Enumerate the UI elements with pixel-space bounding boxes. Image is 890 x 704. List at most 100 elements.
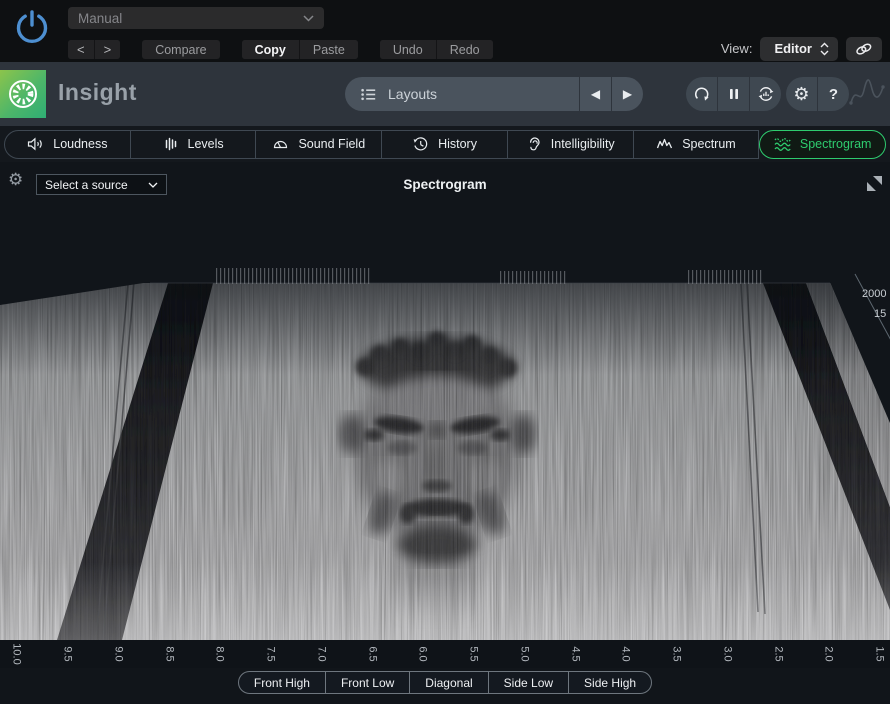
- chevron-down-icon: [303, 14, 314, 22]
- time-tick-label: 1.5: [873, 646, 886, 662]
- freq-label-1500: 15: [874, 308, 886, 320]
- compare-group: Compare: [142, 40, 220, 59]
- pinwheel-icon: [9, 80, 37, 108]
- undo-redo-group: Undo Redo: [379, 40, 493, 59]
- layouts-dropdown[interactable]: Layouts ◀ ▶: [345, 77, 643, 111]
- tab-loudness[interactable]: Loudness: [4, 129, 131, 159]
- time-tick-label: 3.0: [721, 646, 734, 662]
- chevron-down-icon: [148, 182, 158, 188]
- time-tick-label: 9.0: [112, 646, 125, 662]
- loop-icon: [694, 87, 709, 101]
- copy-button[interactable]: Copy: [241, 40, 299, 59]
- source-dropdown[interactable]: Select a source: [36, 174, 167, 195]
- view-label: View:: [720, 41, 753, 56]
- view-angle-group: Front High Front Low Diagonal Side Low S…: [237, 671, 653, 694]
- host-toolbar: Manual < > Compare Copy Paste Undo Redo: [0, 0, 890, 62]
- izotope-logo: [0, 70, 46, 118]
- view-angle-buttons: Front High Front Low Diagonal Side Low S…: [0, 671, 890, 694]
- spectrogram-3d-view[interactable]: 2000 15: [0, 162, 890, 704]
- expand-button[interactable]: [865, 175, 883, 193]
- time-tick-label: 8.5: [163, 646, 176, 662]
- preset-value: Manual: [78, 10, 123, 26]
- reset-meters-button[interactable]: [750, 77, 781, 111]
- pause-icon: [729, 89, 738, 99]
- link-icon: [856, 43, 872, 55]
- preset-dropdown[interactable]: Manual: [68, 7, 324, 29]
- diagonal-button[interactable]: Diagonal: [409, 672, 487, 693]
- time-tick-label: 2.0: [823, 646, 836, 662]
- back-button[interactable]: <: [68, 40, 94, 59]
- tab-intelligibility[interactable]: Intelligibility: [507, 129, 634, 159]
- sound-field-icon: [274, 140, 288, 149]
- bottom-highlight: [0, 562, 890, 640]
- tab-label: Sound Field: [298, 137, 366, 151]
- ear-icon: [529, 137, 540, 151]
- power-button[interactable]: [10, 6, 54, 50]
- time-tick-label: 3.5: [670, 646, 683, 662]
- power-icon: [16, 10, 48, 44]
- time-axis: 10.0 9.5 9.0 8.5 8.0 7.5 7.0 6.5 6.0 5.5…: [0, 640, 890, 668]
- toolbar-buttons: < > Compare Copy Paste Undo Redo: [68, 40, 515, 59]
- front-high-button[interactable]: Front High: [239, 672, 325, 693]
- view-dropdown[interactable]: Editor: [760, 36, 838, 61]
- copy-paste-group: Copy Paste: [241, 40, 358, 59]
- up-down-chevron-icon: [820, 42, 829, 55]
- spectrogram-panel: 2000 15 ⚙ Select a source Spectrogram 10…: [0, 162, 890, 704]
- view-area: View: Editor: [721, 36, 882, 61]
- link-button[interactable]: [846, 36, 882, 61]
- reset-meters-icon: [758, 87, 773, 101]
- tab-spectrum[interactable]: Spectrum: [633, 129, 760, 159]
- meter-tabbar: Loudness Levels Sound Field History Inte…: [0, 126, 890, 162]
- pause-button[interactable]: [718, 77, 749, 111]
- redo-button[interactable]: Redo: [435, 40, 493, 59]
- transport-controls: [686, 77, 781, 111]
- forward-button[interactable]: >: [93, 40, 121, 59]
- layout-next-button[interactable]: ▶: [612, 77, 643, 111]
- compare-button[interactable]: Compare: [142, 40, 220, 59]
- view-value: Editor: [774, 41, 812, 56]
- layouts-label: Layouts: [388, 86, 438, 102]
- layout-prev-button[interactable]: ◀: [580, 77, 611, 111]
- app-header: Insight Layouts ◀ ▶ ⚙ ?: [0, 62, 890, 126]
- spectrogram-waves-icon: [774, 137, 791, 151]
- spectrum-icon: [657, 138, 673, 149]
- loop-button[interactable]: [686, 77, 717, 111]
- tab-label: Levels: [187, 137, 224, 151]
- paste-button[interactable]: Paste: [298, 40, 358, 59]
- time-tick-label: 10.0: [11, 643, 24, 665]
- side-low-button[interactable]: Side Low: [487, 672, 568, 693]
- source-value: Select a source: [45, 177, 128, 192]
- tab-spectrogram[interactable]: Spectrogram: [759, 129, 887, 159]
- top-shade: [0, 283, 890, 375]
- tab-levels[interactable]: Levels: [130, 129, 257, 159]
- nav-group: < >: [68, 40, 121, 59]
- settings-button[interactable]: ⚙: [786, 77, 817, 111]
- time-tick-label: 5.0: [518, 646, 531, 662]
- time-tick-label: 2.5: [772, 646, 785, 662]
- list-icon: [361, 88, 376, 100]
- tab-label: Spectrogram: [799, 137, 872, 151]
- time-tick-label: 6.5: [366, 646, 379, 662]
- time-tick-label: 4.5: [569, 646, 582, 662]
- tab-label: History: [438, 137, 477, 151]
- speaker-icon: [28, 137, 43, 151]
- tab-sound-field[interactable]: Sound Field: [256, 129, 383, 159]
- help-button[interactable]: ?: [818, 77, 849, 111]
- undo-button[interactable]: Undo: [379, 40, 436, 59]
- side-high-button[interactable]: Side High: [568, 672, 651, 693]
- time-tick-label: 7.0: [315, 646, 328, 662]
- freq-label-2000: 2000: [862, 288, 886, 300]
- panel-settings-button[interactable]: ⚙: [8, 171, 23, 188]
- tab-history[interactable]: History: [382, 129, 508, 159]
- gear-icon: ⚙: [793, 84, 810, 104]
- top-fringe-streaks: [215, 268, 762, 284]
- front-low-button[interactable]: Front Low: [324, 672, 409, 693]
- time-tick-label: 4.0: [620, 646, 633, 662]
- time-tick-label: 8.0: [214, 646, 227, 662]
- insight-window: Manual < > Compare Copy Paste Undo Redo: [0, 0, 890, 704]
- tab-label: Intelligibility: [550, 137, 615, 151]
- scribble-signature-icon: [849, 79, 885, 105]
- settings-controls: ⚙ ?: [786, 77, 849, 111]
- history-clock-icon: [413, 137, 428, 151]
- time-tick-label: 6.0: [417, 646, 430, 662]
